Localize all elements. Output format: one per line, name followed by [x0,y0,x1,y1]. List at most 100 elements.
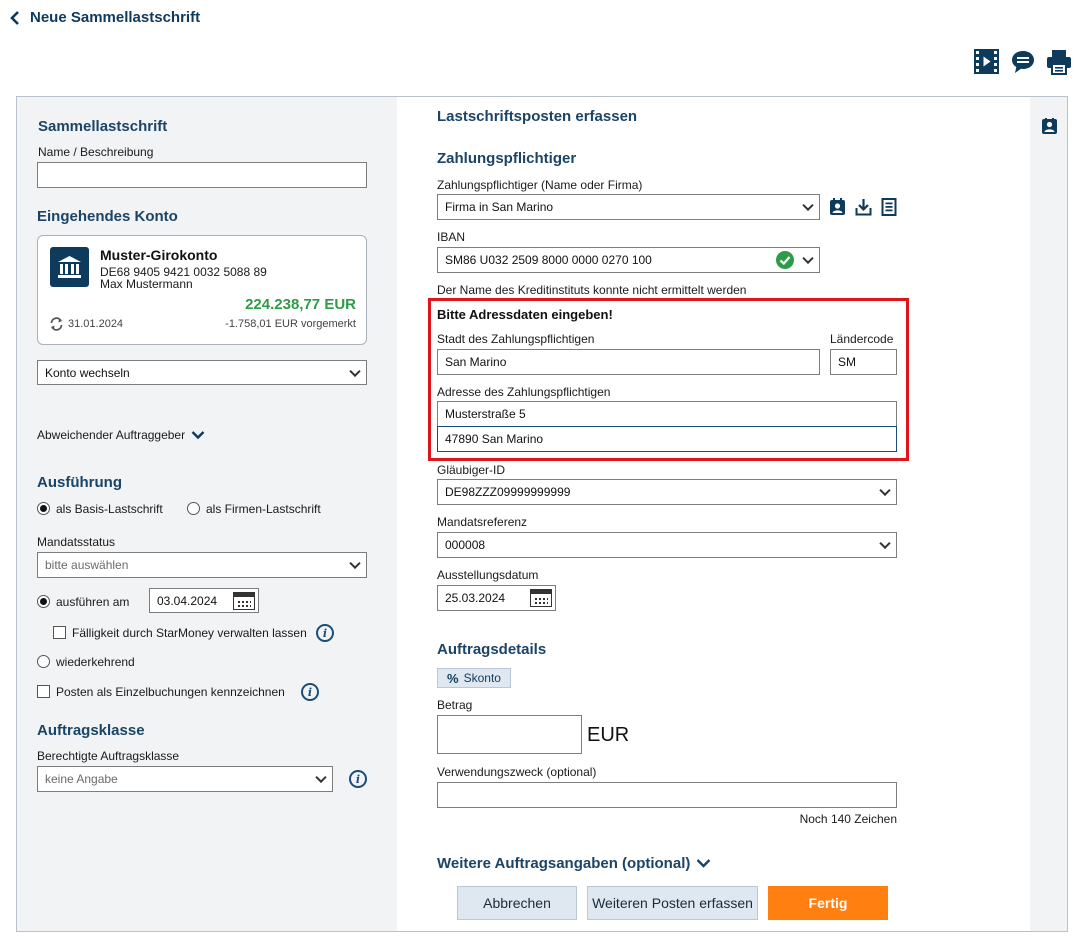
info-icon[interactable]: i [301,683,319,701]
address-line2-input[interactable]: 47890 San Marino [437,426,897,452]
order-class-select[interactable]: keine Angabe [37,766,333,792]
alt-orderer-toggle[interactable]: Abweichender Auftraggeber [37,428,205,442]
currency-label: EUR [587,724,630,746]
back-link[interactable]: Neue Sammellastschrift [10,9,200,26]
chevron-down-icon [879,484,891,497]
skonto-button[interactable]: % Skonto [437,668,511,688]
chars-left: Noch 140 Zeichen [799,812,897,826]
chevron-down-icon [315,771,327,784]
address-book-icon[interactable] [829,198,846,216]
alt-orderer-label: Abweichender Auftraggeber [37,428,186,442]
switch-account-select[interactable]: Konto wechseln [37,360,367,385]
radio-firmen-label: als Firmen-Lastschrift [206,502,321,516]
percent-icon: % [447,670,459,686]
payer-select[interactable]: Firma in San Marino [437,194,820,220]
right-strip [1030,97,1067,931]
check-valid-icon [776,251,794,269]
import-icon[interactable] [855,198,872,216]
iban-label: IBAN [437,230,466,244]
mandate-ref-select[interactable]: 000008 [437,532,897,558]
iban-value: SM86 U032 2509 8000 0000 0270 100 [445,253,652,267]
page-title: Neue Sammellastschrift [30,9,201,26]
sync-icon [50,317,63,331]
order-details-title: Auftragsdetails [437,641,547,658]
chevron-down-icon [191,431,205,440]
purpose-input[interactable] [437,782,897,808]
execution-title: Ausführung [37,474,122,491]
incoming-account-title: Eingehendes Konto [37,208,178,225]
chevron-down-icon [802,199,814,212]
city-label: Stadt des Zahlungspflichtigen [437,332,595,346]
radio-basis-lastschrift[interactable] [37,502,50,515]
chevron-left-icon [10,10,19,25]
iban-select[interactable]: SM86 U032 2509 8000 0000 0270 100 [437,247,820,273]
order-class-value: keine Angabe [45,772,118,786]
radio-recurring[interactable] [37,655,50,668]
account-owner: Max Mustermann [100,277,193,291]
order-class-label: Berechtigte Auftragsklasse [37,749,180,763]
skonto-label: Skonto [463,671,501,685]
execute-on-label: ausführen am [56,595,130,609]
sync-date: 31.01.2024 [68,318,124,330]
calendar-icon[interactable] [530,589,552,607]
radio-firmen-lastschrift[interactable] [187,502,200,515]
mandate-status-value: bitte auswählen [45,558,129,572]
entry-title: Lastschriftsposten erfassen [437,108,638,125]
bank-not-found-text: Der Name des Kreditinstituts konnte nich… [437,283,747,297]
due-managed-label: Fälligkeit durch StarMoney verwalten las… [72,626,307,640]
recurring-label: wiederkehrend [56,655,135,669]
creditor-id-label: Gläubiger-ID [437,463,506,477]
mandate-status-label: Mandatsstatus [37,535,116,549]
chevron-down-icon [802,252,814,265]
contact-book-icon[interactable] [1041,118,1058,135]
issue-date-label: Ausstellungsdatum [437,568,539,582]
add-more-button[interactable]: Weiteren Posten erfassen [587,886,758,920]
template-icon[interactable] [881,198,897,216]
chevron-down-icon [349,557,361,570]
name-input[interactable] [37,162,367,188]
payer-label: Zahlungspflichtiger (Name oder Firma) [437,178,643,192]
country-code-input[interactable]: SM [830,349,897,375]
cancel-button[interactable]: Abbrechen [457,886,577,920]
done-button[interactable]: Fertig [768,886,888,920]
execute-date-input[interactable]: 03.04.2024 [149,588,259,613]
mandate-ref-value: 000008 [445,538,486,552]
info-icon[interactable]: i [316,624,334,642]
single-bookings-checkbox[interactable] [37,685,50,698]
country-code-label: Ländercode [830,332,894,346]
radio-execute-on[interactable] [37,595,50,608]
order-class-title: Auftragsklasse [37,722,145,739]
sammellastschrift-title: Sammellastschrift [38,118,168,135]
radio-basis-label: als Basis-Lastschrift [56,502,163,516]
print-icon[interactable] [1046,49,1072,75]
chevron-down-icon [879,537,891,550]
payer-title: Zahlungspflichtiger [437,150,577,167]
video-icon[interactable] [974,49,999,74]
bank-icon [50,247,89,287]
address-label: Adresse des Zahlungspflichtigen [437,385,611,399]
chat-icon[interactable] [1010,49,1036,75]
issue-date-value: 25.03.2024 [445,591,506,605]
purpose-label: Verwendungszweck (optional) [437,765,597,779]
creditor-id-select[interactable]: DE98ZZZ09999999999 [437,479,897,505]
mandate-ref-label: Mandatsreferenz [437,515,528,529]
more-details-toggle[interactable]: Weitere Auftragsangaben (optional) [437,855,711,872]
address-line1-input[interactable]: Musterstraße 5 [437,401,897,427]
more-details-label: Weitere Auftragsangaben (optional) [437,855,691,872]
chevron-down-icon [349,365,361,377]
name-label: Name / Beschreibung [38,145,154,159]
due-managed-checkbox[interactable] [53,626,66,639]
single-bookings-label: Posten als Einzelbuchungen kennzeichnen [56,685,285,699]
account-card[interactable]: Muster-Girokonto DE68 9405 9421 0032 508… [37,235,367,345]
amount-input[interactable] [437,715,582,754]
account-name: Muster-Girokonto [100,247,218,263]
mandate-status-select[interactable]: bitte auswählen [37,552,367,578]
info-icon[interactable]: i [349,770,367,788]
city-input[interactable]: San Marino [437,349,820,375]
execute-date-value: 03.04.2024 [157,593,218,608]
creditor-id-value: DE98ZZZ09999999999 [445,485,571,499]
amount-label: Betrag [437,698,473,712]
calendar-icon[interactable] [233,592,255,610]
address-prompt: Bitte Adressdaten eingeben! [437,307,613,322]
issue-date-input[interactable]: 25.03.2024 [437,585,556,611]
